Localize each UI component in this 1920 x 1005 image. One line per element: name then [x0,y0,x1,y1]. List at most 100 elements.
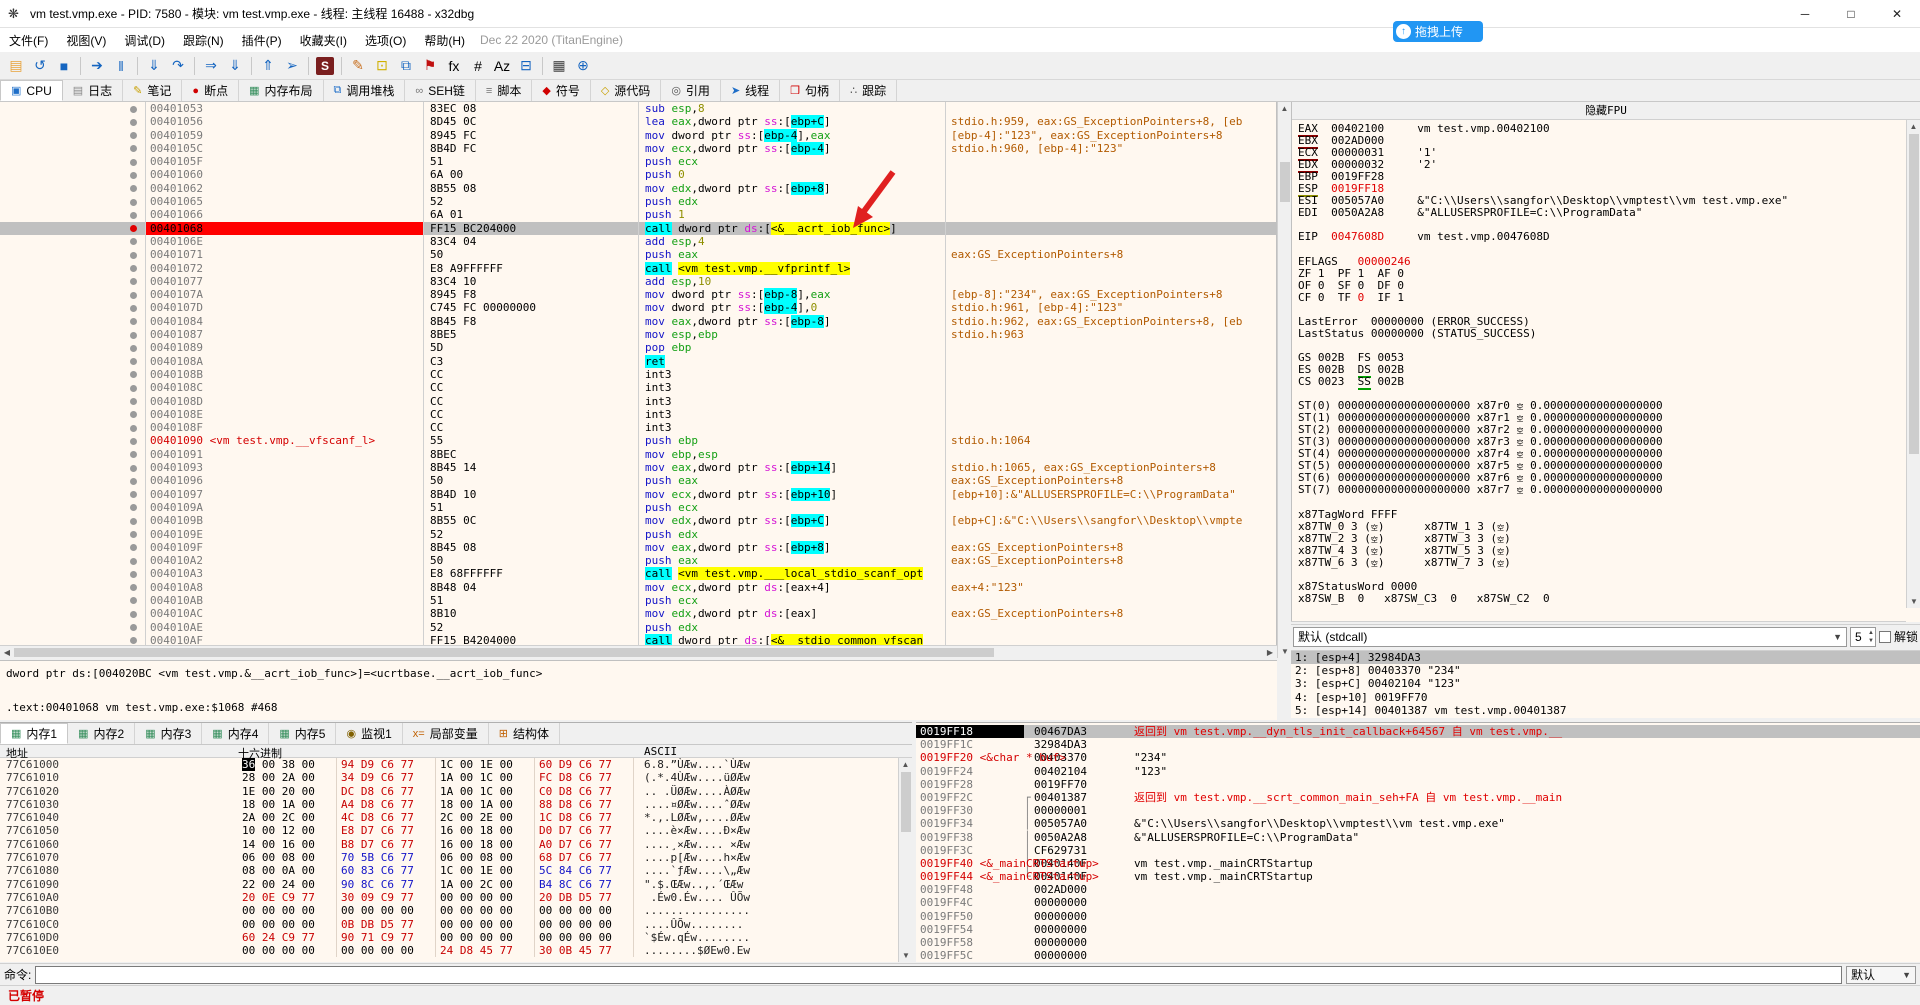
trace-dot-icon[interactable] [130,305,137,312]
disasm-row[interactable]: 004010AC8B10mov edx,dword ptr ds:[eax]ea… [0,607,1276,620]
disasm-row[interactable]: 0040109B8B55 0Cmov edx,dword ptr ss:[ebp… [0,514,1276,527]
stack-arg-row[interactable]: 1: [esp+4] 32984DA3 [1291,651,1920,664]
stack-row[interactable]: 0019FF5800000000 [916,936,1920,949]
stack-row[interactable]: 0019FF44 <&_mainCRTStartup>└0040140Fvm t… [916,870,1920,883]
disasm-row[interactable]: 004010938B45 14mov eax,dword ptr ss:[ebp… [0,461,1276,474]
stack-row[interactable]: 0019FF40 <&_mainCRTStartup>│0040140Fvm t… [916,857,1920,870]
dump-row[interactable]: 77C6101028 00 2A 0034 D9 C6 771A 00 1C 0… [0,771,912,784]
dump-row[interactable]: 77C6107006 00 08 0070 5B C6 7706 00 08 0… [0,851,912,864]
disasm-row[interactable]: 0040107783C4 10add esp,10 [0,275,1276,288]
trace-dot-icon[interactable] [130,637,137,644]
trace-dot-icon[interactable] [130,358,137,365]
disasm-row[interactable]: 0040108DCCint3 [0,395,1276,408]
comment-icon[interactable]: ⊡ [370,55,394,77]
step-out-icon[interactable]: ⇓ [223,55,247,77]
trace-dot-icon[interactable] [130,478,137,485]
internet-icon[interactable]: ⊕ [571,55,595,77]
patch-icon[interactable]: ✎ [346,55,370,77]
stack-arg-row[interactable]: 3: [esp+C] 00402104 "123" [1291,677,1920,690]
register-line[interactable]: CS 0023 SS 002B [1298,376,1920,388]
trace-dot-icon[interactable] [130,544,137,551]
stack-row[interactable]: 0019FF20 <&char * buf>00403370"234" [916,751,1920,764]
checkbox-icon[interactable] [1879,631,1891,643]
calculator-icon[interactable]: ▦ [547,55,571,77]
disasm-row[interactable]: 0040108CCCint3 [0,381,1276,394]
run-icon[interactable]: ➔ [85,55,109,77]
trace-dot-icon[interactable] [130,106,137,113]
tab-memory-map[interactable]: ▦内存布局 [239,80,323,101]
menu-帮助(H)[interactable]: 帮助(H) [415,29,474,52]
trace-dot-icon[interactable] [130,531,137,538]
tab-dump5[interactable]: ▦内存5 [269,723,336,744]
disasm-row[interactable]: 004010568D45 0Clea eax,dword ptr ss:[ebp… [0,115,1276,128]
trace-dot-icon[interactable] [130,252,137,259]
trace-dot-icon[interactable] [130,465,137,472]
close-button[interactable]: ✕ [1874,0,1920,28]
dump-row[interactable]: 77C6106014 00 16 00B8 D7 C6 7716 00 18 0… [0,838,912,851]
disasm-row[interactable]: 004010848B45 F8mov eax,dword ptr ss:[ebp… [0,315,1276,328]
disasm-row[interactable]: 004010A88B48 04mov ecx,dword ptr ds:[eax… [0,581,1276,594]
disasm-row[interactable]: 0040109F8B45 08mov eax,dword ptr ss:[ebp… [0,541,1276,554]
disassembly-vscrollbar[interactable]: ▲ ▼ [1277,102,1291,658]
tab-script[interactable]: ≡脚本 [476,80,532,101]
trace-dot-icon[interactable] [130,238,137,245]
tab-dump4[interactable]: ▦内存4 [202,723,269,744]
disasm-row[interactable]: 004010AFFF15 B4204000call dword ptr ds:[… [0,634,1276,645]
disasm-row[interactable]: 0040107150push eaxeax:GS_ExceptionPointe… [0,248,1276,261]
trace-dot-icon[interactable] [130,451,137,458]
disasm-row[interactable]: 00401090 <vm test.vmp.__vfscanf_l>55push… [0,434,1276,447]
disasm-row[interactable]: 0040108FCCint3 [0,421,1276,434]
trace-dot-icon[interactable] [130,345,137,352]
dump-row[interactable]: 77C6109022 00 24 0090 8C C6 771A 00 2C 0… [0,878,912,891]
arg-count-stepper[interactable]: 5 ▲▼ [1850,627,1876,647]
run-to-user-icon[interactable]: ⇒ [199,55,223,77]
dump-row[interactable]: 77C610402A 00 2C 004C D8 C6 772C 00 2E 0… [0,811,912,824]
register-line[interactable]: ST(7) 00000000000000000000 x87r7 空 0.000… [1298,484,1920,496]
stack-row[interactable]: 0019FF2C┌00401387返回到 vm test.vmp.__scrt_… [916,791,1920,804]
dump-row[interactable]: 77C610A020 0E C9 7730 09 C9 7700 00 00 0… [0,891,912,904]
stack-row[interactable]: 0019FF5000000000 [916,910,1920,923]
open-file-icon[interactable]: ▤ [4,55,28,77]
tab-seh[interactable]: ∞SEH链 [405,80,476,101]
register-line[interactable]: CF 0 TF 0 IF 1 [1298,292,1920,304]
stack-args-view[interactable]: 1: [esp+4] 32984DA32: [esp+8] 00403370 "… [1291,650,1920,718]
dump-row[interactable]: 77C610B000 00 00 0000 00 00 0000 00 00 0… [0,904,912,917]
menu-插件(P)[interactable]: 插件(P) [233,29,291,52]
trace-dot-icon[interactable] [130,185,137,192]
menu-视图(V)[interactable]: 视图(V) [57,29,115,52]
register-line[interactable]: EDI 0050A2A8 &"ALLUSERSPROFILE=C:\\Progr… [1298,207,1920,219]
trace-dot-icon[interactable] [130,371,137,378]
register-line[interactable]: x87SW_B 0 x87SW_C3 0 x87SW_C2 0 [1298,593,1920,605]
pause-icon[interactable]: ‖ [109,55,133,77]
stack-row[interactable]: 0019FF30│00000001 [916,804,1920,817]
trace-dot-icon[interactable] [130,491,137,498]
stack-row[interactable]: 0019FF1C32984DA3 [916,738,1920,751]
scroll-down-icon[interactable]: ▼ [1278,645,1292,658]
scroll-down-icon[interactable]: ▼ [1907,595,1920,608]
stack-row[interactable]: 0019FF280019FF70 [916,778,1920,791]
restart-icon[interactable]: ↺ [28,55,52,77]
stack-row[interactable]: 0019FF3C│CF629731 [916,844,1920,857]
disasm-row[interactable]: 00401072E8 A9FFFFFFcall <vm test.vmp.__v… [0,262,1276,275]
stack-row[interactable]: 0019FF48002AD000 [916,883,1920,896]
dump-row[interactable]: 77C6108008 00 0A 0060 83 C6 771C 00 1E 0… [0,864,912,877]
disasm-row[interactable]: 004010606A 00push 0 [0,168,1276,181]
disasm-row[interactable]: 0040108AC3ret [0,355,1276,368]
scroll-up-icon[interactable]: ▲ [1278,102,1291,115]
trace-dot-icon[interactable] [130,571,137,578]
dump-row[interactable]: 77C610C000 00 00 000B DB D5 7700 00 00 0… [0,918,912,931]
trace-dot-icon[interactable] [130,558,137,565]
tab-threads[interactable]: ➤线程 [721,80,780,101]
dump-row[interactable]: 77C610E000 00 00 0000 00 00 0024 D8 45 7… [0,944,912,957]
memory-dump-view[interactable]: ▦内存1▦内存2▦内存3▦内存4▦内存5◉监视1x=局部变量⊞结构体 地址 十六… [0,722,912,962]
disassembly-hscrollbar[interactable]: ◀ ▶ [0,645,1277,658]
disasm-row[interactable]: 0040109A51push ecx [0,501,1276,514]
dump-row[interactable]: 77C6103018 00 1A 00A4 D8 C6 7718 00 1A 0… [0,798,912,811]
stack-view[interactable]: 0019FF1800467DA3返回到 vm test.vmp.__dyn_tl… [916,722,1920,962]
unlock-checkbox[interactable]: 解锁 [1879,628,1918,645]
stack-arg-row[interactable]: 2: [esp+8] 00403370 "234" [1291,664,1920,677]
disasm-row[interactable]: 0040109E52push edx [0,528,1276,541]
stop-icon[interactable]: ■ [52,55,76,77]
register-line[interactable]: EDX 00000032 '2' [1298,159,1920,171]
scroll-down-icon[interactable]: ▼ [899,949,913,962]
